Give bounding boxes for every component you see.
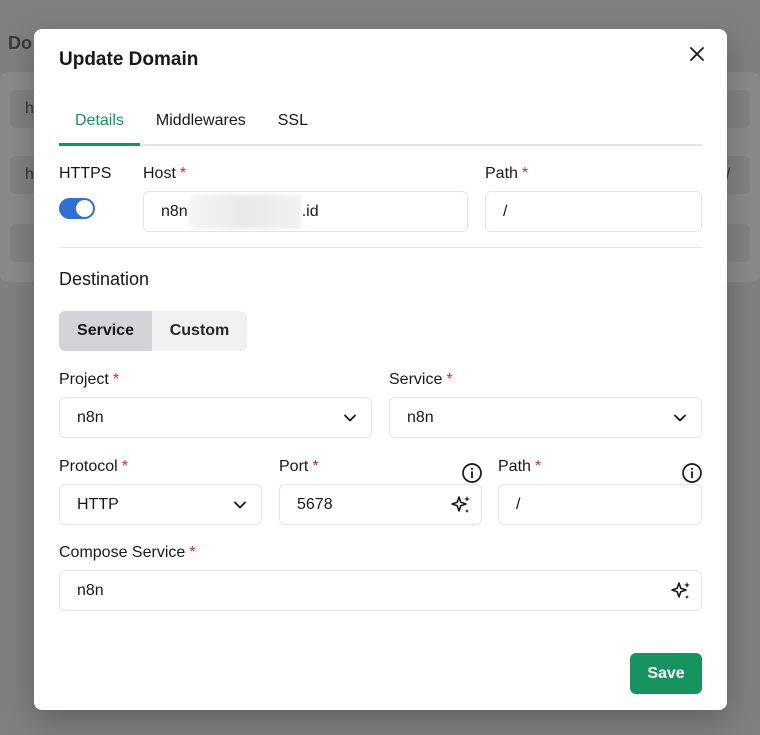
service-label-text: Service	[389, 371, 443, 388]
host-label: Host *	[143, 165, 186, 183]
tab-middlewares[interactable]: Middlewares	[140, 109, 262, 146]
host-label-text: Host	[143, 165, 176, 182]
close-icon	[690, 47, 704, 61]
update-domain-dialog: Update Domain Details Middlewares SSL HT…	[34, 29, 727, 710]
service-segment-button[interactable]: Service	[59, 311, 152, 351]
required-mark: *	[112, 371, 120, 388]
protocol-select[interactable]: HTTP	[59, 484, 262, 525]
service-label: Service *	[389, 371, 453, 389]
service-value: n8n	[407, 408, 434, 426]
compose-service-value: n8n	[77, 581, 104, 599]
port-input[interactable]: 5678	[279, 484, 482, 525]
project-select[interactable]: n8n	[59, 397, 372, 438]
required-mark: *	[446, 371, 453, 388]
tab-ssl[interactable]: SSL	[262, 109, 324, 146]
project-label-text: Project	[59, 371, 109, 388]
required-mark: *	[521, 165, 529, 182]
required-mark: *	[121, 458, 128, 475]
chevron-down-icon	[233, 498, 247, 512]
path-info-icon[interactable]	[681, 462, 703, 484]
background-row-text: h	[25, 100, 34, 117]
protocol-label: Protocol *	[59, 458, 128, 476]
https-toggle[interactable]	[59, 198, 95, 219]
project-value: n8n	[77, 408, 104, 426]
port-info-icon[interactable]	[461, 462, 483, 484]
port-label: Port *	[279, 458, 319, 476]
compose-service-input[interactable]: n8n	[59, 570, 702, 611]
host-value-suffix: .id	[301, 202, 319, 220]
protocol-label-text: Protocol	[59, 458, 118, 475]
background-page-title: Do	[8, 33, 32, 53]
path-input[interactable]: /	[485, 191, 702, 232]
port-value: 5678	[297, 495, 333, 513]
background-row-text: h	[25, 166, 34, 183]
sparkle-icon[interactable]	[450, 494, 472, 516]
custom-segment-button[interactable]: Custom	[152, 311, 247, 351]
tab-details[interactable]: Details	[59, 109, 140, 146]
protocol-value: HTTP	[77, 495, 119, 513]
host-input[interactable]: n8n .id	[143, 191, 468, 232]
dialog-tabs: Details Middlewares SSL	[59, 109, 702, 146]
sparkle-icon[interactable]	[670, 580, 692, 602]
compose-service-label: Compose Service *	[59, 544, 196, 562]
dialog-title: Update Domain	[59, 49, 199, 70]
save-button[interactable]: Save	[630, 653, 702, 694]
destination-path-value: /	[516, 495, 521, 513]
service-select[interactable]: n8n	[389, 397, 702, 438]
host-value-prefix: n8n	[161, 202, 188, 220]
toggle-knob	[76, 200, 93, 217]
required-mark: *	[179, 165, 187, 182]
compose-service-label-text: Compose Service	[59, 544, 186, 561]
https-label: HTTPS	[59, 165, 112, 182]
chevron-down-icon	[673, 411, 687, 425]
destination-type-switch: Service Custom	[59, 311, 247, 351]
required-mark: *	[189, 544, 196, 561]
section-divider	[59, 247, 702, 248]
destination-path-input[interactable]: /	[498, 484, 702, 525]
destination-path-label: Path *	[498, 458, 541, 476]
required-mark: *	[534, 458, 542, 475]
destination-path-label-text: Path	[498, 458, 531, 475]
destination-title: Destination	[59, 269, 150, 289]
redacted-host-segment	[188, 194, 301, 229]
path-label: Path *	[485, 165, 528, 183]
chevron-down-icon	[343, 411, 357, 425]
project-label: Project *	[59, 371, 119, 389]
close-button[interactable]	[686, 43, 708, 65]
port-label-text: Port	[279, 458, 309, 475]
required-mark: *	[312, 458, 319, 475]
path-label-text: Path	[485, 165, 518, 182]
path-value: /	[503, 202, 508, 220]
